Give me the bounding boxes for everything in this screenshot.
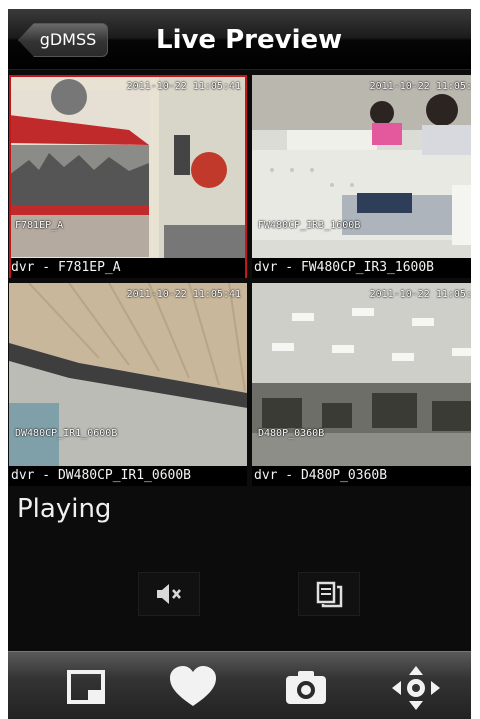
split-layout-icon <box>316 581 343 608</box>
camera-tile-1[interactable]: 2011-10-22 11:05:41 F781EP_A dvr - F781E… <box>9 75 247 278</box>
camera-tile-4[interactable]: 2011-10-22 11:05:41 D480P_0360B dvr - D4… <box>252 283 471 486</box>
playback-status: Playing <box>17 494 112 524</box>
mute-button[interactable] <box>138 572 200 616</box>
camera-label: dvr - D480P_0360B <box>252 466 471 486</box>
osd-camera-name: F781EP_A <box>15 220 64 231</box>
speaker-mute-icon <box>157 584 181 604</box>
camera-feed-image: 2011-10-22 11:05:41 F781EP_A <box>9 75 247 258</box>
bottom-toolbar <box>8 651 471 719</box>
camera-label: dvr - F781EP_A <box>9 258 247 278</box>
osd-camera-name: FW480CP_IR3_1600B <box>258 220 361 231</box>
camera-icon <box>286 671 326 704</box>
app-screen: gDMSS Live Preview 2011-10-22 11:05:41 F… <box>8 9 471 719</box>
camera-tile-2[interactable]: 2011-10-22 11:05:41 FW480CP_IR3_1600B dv… <box>252 75 471 278</box>
osd-timestamp: 2011-10-22 11:05:41 <box>126 81 241 92</box>
ptz-direction-icon <box>392 666 440 710</box>
page-title: Live Preview <box>156 25 343 55</box>
camera-feed-image: 2011-10-22 11:05:41 D480P_0360B <box>252 283 471 466</box>
window-icon <box>67 670 105 704</box>
camera-feed-image: 2011-10-22 11:05:41 DW480CP_IR1_0600B <box>9 283 247 466</box>
window-button[interactable] <box>58 664 114 712</box>
snapshot-button[interactable] <box>278 664 334 712</box>
camera-label: dvr - FW480CP_IR3_1600B <box>252 258 471 278</box>
camera-tile-3[interactable]: 2011-10-22 11:05:41 DW480CP_IR1_0600B dv… <box>9 283 247 486</box>
osd-timestamp: 2011-10-22 11:05:41 <box>369 81 471 92</box>
back-button[interactable]: gDMSS <box>18 23 108 57</box>
osd-timestamp: 2011-10-22 11:05:41 <box>369 289 471 300</box>
split-layout-button[interactable] <box>298 572 360 616</box>
osd-camera-name: D480P_0360B <box>258 428 325 439</box>
camera-label: dvr - DW480CP_IR1_0600B <box>9 466 247 486</box>
ptz-control-button[interactable] <box>388 664 444 712</box>
osd-camera-name: DW480CP_IR1_0600B <box>15 428 118 439</box>
heart-icon <box>170 666 216 706</box>
header-bar: gDMSS Live Preview <box>8 9 471 70</box>
favorite-button[interactable] <box>165 664 221 712</box>
osd-timestamp: 2011-10-22 11:05:41 <box>126 289 241 300</box>
camera-feed-image: 2011-10-22 11:05:41 FW480CP_IR3_1600B <box>252 75 471 258</box>
